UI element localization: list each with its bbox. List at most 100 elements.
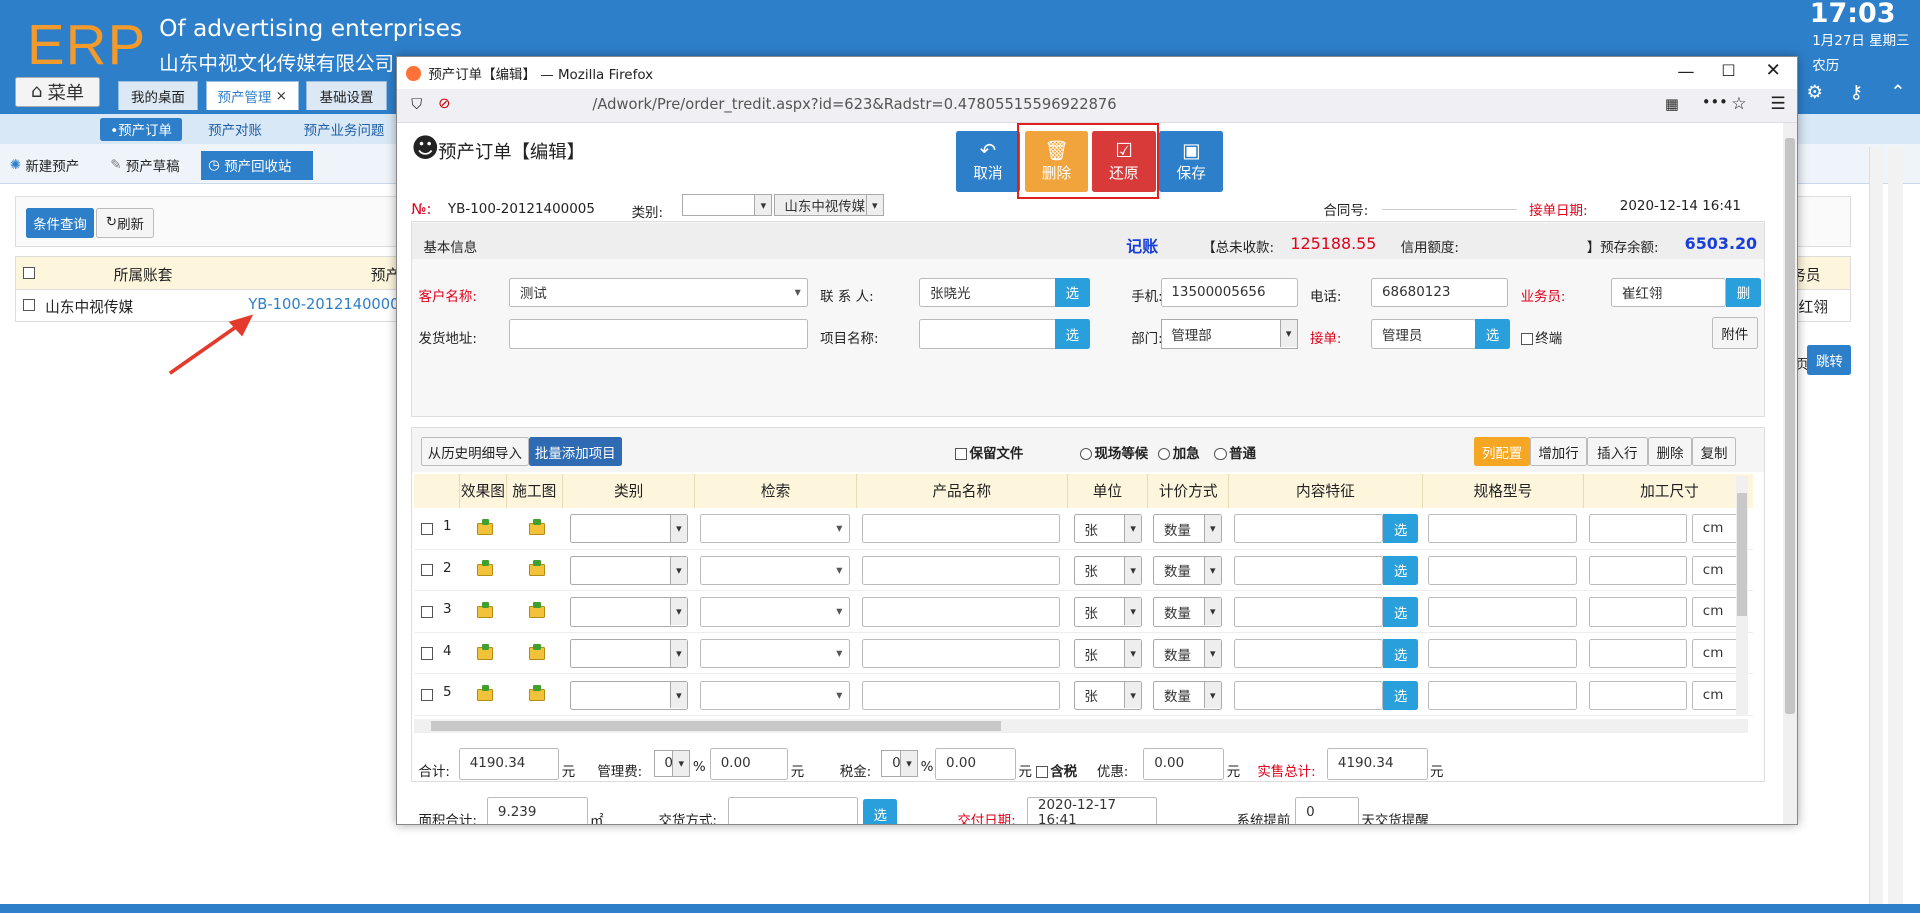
maximize-icon[interactable]: ☐	[1721, 61, 1735, 80]
mgmt-pct-select[interactable]: 0 ▾	[653, 750, 691, 778]
row-size-input[interactable]	[1589, 638, 1688, 669]
insert-row-button[interactable]: 插入行	[1586, 436, 1648, 467]
mobile-input[interactable]: 13500005656	[1160, 277, 1298, 308]
subnav-preorder[interactable]: •预产订单	[100, 117, 182, 141]
row-category-select[interactable]: ▾	[570, 514, 688, 544]
construction-image-icon[interactable]	[528, 601, 545, 619]
area-input[interactable]: 9.239	[487, 796, 588, 824]
effect-image-icon[interactable]	[477, 560, 494, 577]
customer-select[interactable]: 测试	[509, 277, 808, 308]
radio[interactable]	[1079, 447, 1092, 460]
row-pricing-select[interactable]: 数量 ▾	[1153, 597, 1222, 627]
tab-basic-settings[interactable]: 基础设置	[306, 80, 387, 111]
delivery-method-input[interactable]	[728, 796, 859, 824]
row-features-select-button[interactable]: 选	[1383, 514, 1418, 544]
close-icon[interactable]: ✕	[1765, 60, 1780, 81]
row-spec-input[interactable]	[1427, 680, 1577, 710]
row-category-select[interactable]: ▾	[570, 680, 688, 710]
category-select[interactable]: ▾	[681, 194, 773, 217]
receiver-select-button[interactable]: 选	[1475, 319, 1510, 349]
drafts-button[interactable]: ✎ 预产草稿	[103, 151, 187, 180]
keep-file-checkbox[interactable]: 保留文件	[954, 442, 1023, 462]
row-search-select[interactable]	[700, 597, 850, 627]
bookmark-icon[interactable]: ☆	[1731, 94, 1746, 114]
row-spec-input[interactable]	[1427, 555, 1577, 586]
row-category-select[interactable]: ▾	[570, 638, 688, 669]
gear-icon[interactable]: ⚙	[1805, 83, 1825, 103]
normal-radio[interactable]: 普通	[1214, 442, 1256, 462]
row-search-select[interactable]	[700, 638, 850, 669]
recycle-bin-button[interactable]: ◷ 预产回收站	[200, 150, 314, 180]
row-unit-select[interactable]: 张 ▾	[1073, 555, 1143, 586]
radio[interactable]	[1214, 447, 1227, 460]
phone-input[interactable]: 68680123	[1371, 277, 1509, 308]
effect-image-icon[interactable]	[477, 601, 494, 619]
row-features-input[interactable]	[1234, 638, 1384, 669]
tax-input[interactable]: 0.00	[935, 747, 1017, 780]
row-order-link[interactable]: YB-100-20121400005	[248, 296, 408, 313]
row-checkbox[interactable]	[420, 522, 434, 535]
salesman-input[interactable]: 崔红翎	[1611, 277, 1727, 308]
delivery-method-select-button[interactable]: 选	[863, 799, 898, 824]
effect-image-icon[interactable]	[477, 685, 494, 702]
contact-input[interactable]: 张晓光	[919, 277, 1057, 308]
receiver-input[interactable]: 管理员	[1371, 319, 1477, 349]
cancel-button[interactable]: ↶ 取消	[956, 130, 1020, 192]
row-unit-select[interactable]: 张 ▾	[1073, 597, 1143, 627]
effect-image-icon[interactable]	[477, 643, 494, 660]
subnav-reconcile[interactable]: 预产对账	[198, 118, 271, 141]
goto-page-button[interactable]: 跳转	[1807, 345, 1852, 375]
project-select-button[interactable]: 选	[1055, 319, 1090, 349]
company-select[interactable]: 山东中视传媒 ▾	[773, 194, 884, 217]
row-unit-select[interactable]: 张 ▾	[1073, 680, 1143, 710]
construction-image-icon[interactable]	[528, 518, 545, 535]
row-features-select-button[interactable]: 选	[1383, 638, 1418, 669]
dept-select[interactable]: 管理部 ▾	[1160, 319, 1298, 349]
new-preorder-button[interactable]: ✺ 新建预产	[2, 151, 86, 180]
lunar-calendar[interactable]: 农历	[1812, 54, 1839, 74]
row-pricing-select[interactable]: 数量 ▾	[1153, 680, 1222, 710]
contact-select-button[interactable]: 选	[1055, 277, 1090, 308]
query-button[interactable]: 条件查询	[25, 208, 95, 238]
row-product-input[interactable]	[861, 638, 1061, 669]
grid-horizontal-scrollbar[interactable]	[413, 718, 1749, 734]
save-button[interactable]: ▣ 保存	[1159, 130, 1224, 192]
select-all-checkbox[interactable]	[23, 266, 36, 279]
row-checkbox[interactable]	[420, 605, 434, 619]
delivery-date-input[interactable]: 2020-12-17 16:41	[1027, 796, 1157, 824]
collapse-icon[interactable]: ⌃	[1888, 83, 1908, 103]
tab-desktop[interactable]: 我的桌面	[117, 80, 199, 111]
checkbox[interactable]	[954, 447, 968, 460]
row-unit-select[interactable]: 张 ▾	[1073, 514, 1143, 544]
discount-input[interactable]: 0.00	[1143, 747, 1225, 780]
terminal-checkbox[interactable]: 终端	[1520, 327, 1562, 347]
row-features-select-button[interactable]: 选	[1383, 597, 1418, 627]
row-size-input[interactable]	[1589, 680, 1688, 710]
grid-vertical-scrollbar[interactable]	[1736, 476, 1749, 717]
window-vertical-scrollbar[interactable]	[1782, 123, 1798, 824]
project-input[interactable]	[919, 319, 1057, 349]
row-product-input[interactable]	[861, 555, 1061, 586]
row-category-select[interactable]: ▾	[570, 555, 688, 586]
row-product-input[interactable]	[861, 680, 1061, 710]
tax-pct-select[interactable]: 0 ▾	[881, 750, 919, 778]
batch-add-button[interactable]: 批量添加项目	[528, 436, 622, 467]
menu-button[interactable]: ⌂ 菜单	[14, 77, 101, 107]
row-spec-input[interactable]	[1427, 514, 1577, 544]
tracking-icon[interactable]: ⊘	[438, 95, 450, 112]
qr-icon[interactable]: ▦	[1665, 96, 1679, 113]
row-size-input[interactable]	[1589, 597, 1688, 627]
row-features-input[interactable]	[1234, 597, 1384, 627]
refresh-button[interactable]: ↻ 刷新	[95, 208, 155, 238]
row-checkbox[interactable]	[420, 647, 434, 660]
row-features-select-button[interactable]: 选	[1383, 680, 1418, 710]
construction-image-icon[interactable]	[528, 685, 545, 702]
row-search-select[interactable]	[700, 555, 850, 586]
contract-input[interactable]	[1382, 209, 1517, 211]
row-spec-input[interactable]	[1427, 638, 1577, 669]
sum-input[interactable]: 4190.34	[458, 747, 560, 780]
subnav-issues[interactable]: 预产业务问题	[294, 118, 394, 141]
hamburger-icon[interactable]: ☰	[1770, 94, 1785, 114]
tax-included-checkbox[interactable]: 含税	[1035, 760, 1077, 780]
row-search-select[interactable]	[700, 514, 850, 544]
